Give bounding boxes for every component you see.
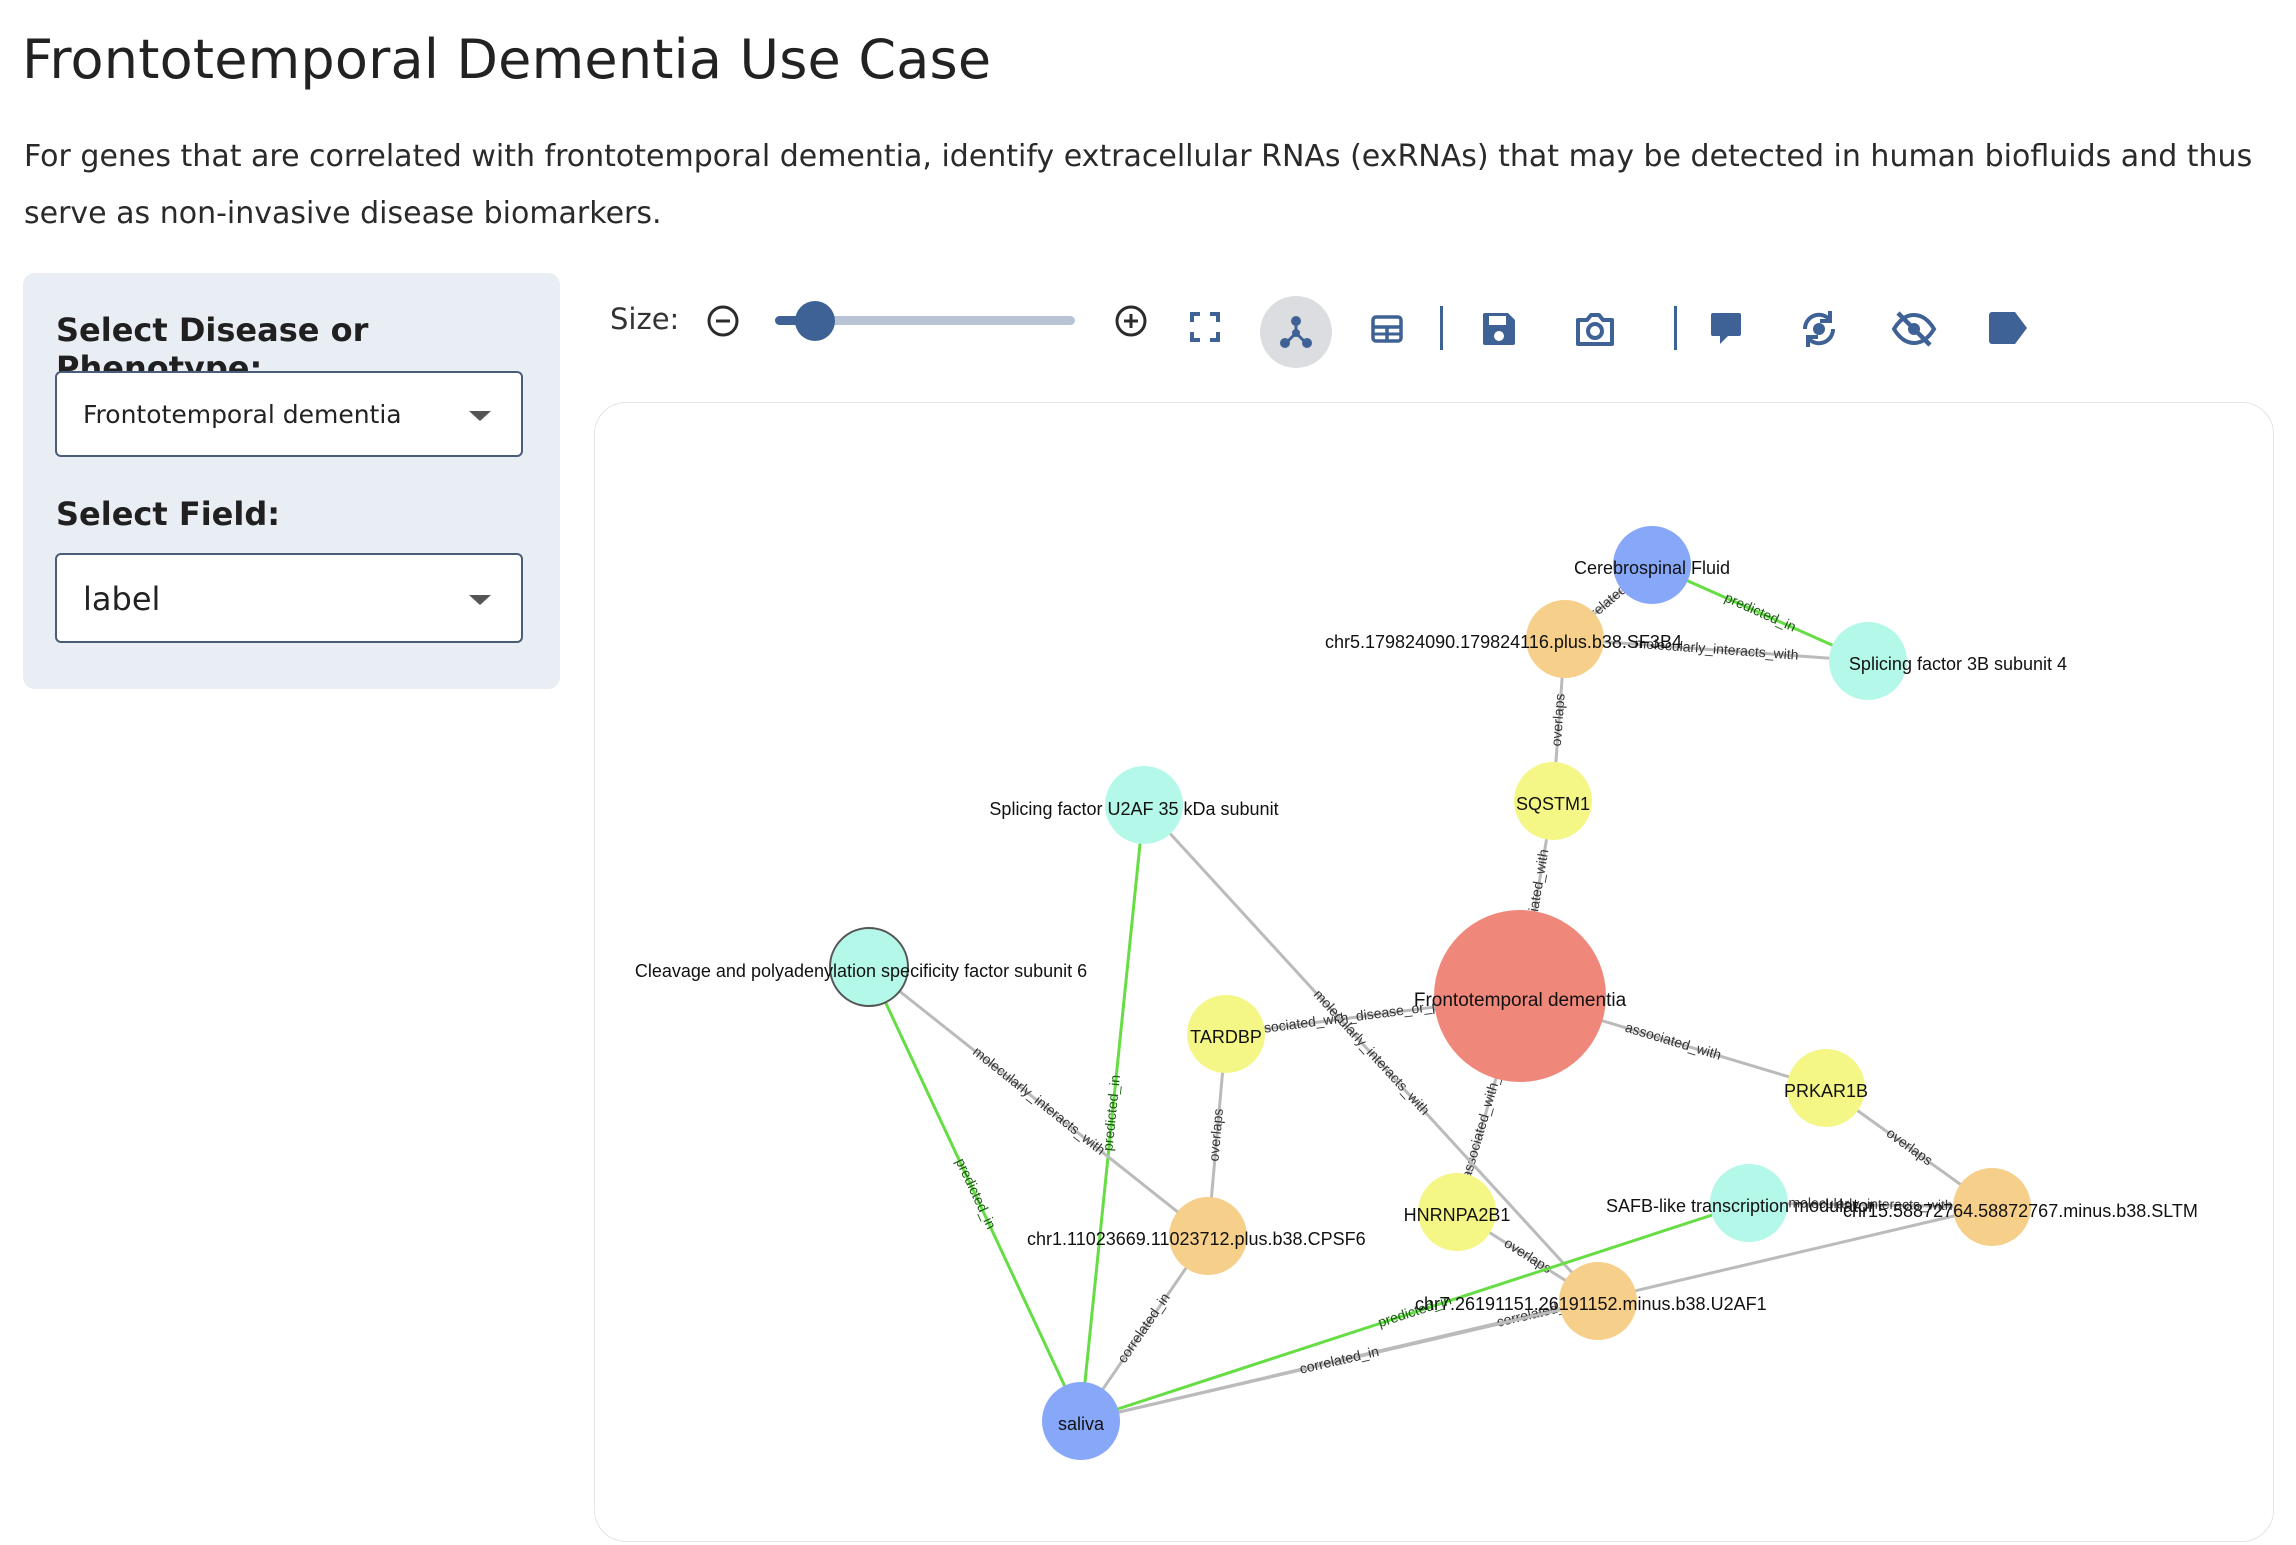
fullscreen-icon[interactable] (1188, 310, 1222, 344)
edge-label: overlaps (1884, 1125, 1936, 1169)
hide-icon[interactable] (1890, 306, 1938, 352)
node-label: HNRNPA2B1 (1404, 1205, 1511, 1225)
node-label: chr7.26191151.26191152.minus.b38.U2AF1 (1415, 1294, 1767, 1314)
network-view-icon[interactable] (1260, 296, 1332, 368)
node-label: saliva (1058, 1414, 1105, 1434)
disease-select[interactable]: Frontotemporal dementia (55, 371, 523, 457)
node-label: chr5.179824090.179824116.plus.b38.SF3B4 (1325, 632, 1682, 652)
edge-label: correlated_in (1298, 1343, 1380, 1377)
edge-label: predicted_in (953, 1156, 1000, 1232)
node-label: SQSTM1 (1516, 794, 1590, 814)
node-label: Frontotemporal dementia (1414, 990, 1627, 1011)
page-title: Frontotemporal Dementia Use Case (22, 28, 992, 91)
page-description: For genes that are correlated with front… (24, 139, 2253, 231)
node-label: TARDBP (1190, 1027, 1262, 1047)
node-label: chr1.11023669.11023712.plus.b38.CPSF6 (1027, 1229, 1366, 1249)
toolbar-divider (1440, 306, 1443, 350)
disease-select-value: Frontotemporal dementia (83, 400, 402, 429)
node-label: Cerebrospinal Fluid (1574, 558, 1730, 578)
edge-label: associated_with (1623, 1019, 1723, 1063)
refresh-layout-icon[interactable] (1796, 306, 1842, 352)
table-view-icon[interactable] (1370, 312, 1404, 346)
node-label: Splicing factor U2AF 35 kDa subunit (989, 799, 1278, 819)
filter-panel: Select Disease or Phenotype: Frontotempo… (23, 273, 560, 689)
node-label: chr15.58872764.58872767.minus.b38.SLTM (1843, 1201, 2198, 1221)
zoom-in-icon[interactable] (1114, 304, 1148, 338)
chevron-down-icon (469, 595, 491, 605)
edge-label: predicted_in (1722, 589, 1798, 635)
save-icon[interactable] (1478, 308, 1520, 350)
network-graph[interactable]: predicted_in correlated_in molecularly_int… (595, 403, 2273, 1541)
edge-label: overlaps (1548, 693, 1568, 747)
field-select[interactable]: label (55, 553, 523, 643)
graph-toolbar: Size: (600, 290, 2060, 370)
node-label: PRKAR1B (1784, 1081, 1868, 1101)
edge-label: molecularly_interacts_with (970, 1043, 1109, 1158)
tag-icon[interactable] (1986, 308, 2030, 348)
chevron-down-icon (469, 411, 491, 421)
camera-icon[interactable] (1574, 308, 1616, 350)
size-label: Size: (610, 302, 680, 336)
field-select-label: Select Field: (56, 495, 281, 533)
comment-icon[interactable] (1706, 308, 1746, 348)
field-select-value: label (83, 580, 161, 618)
node-label: Splicing factor 3B subunit 4 (1849, 654, 2067, 674)
toolbar-divider (1674, 306, 1677, 350)
slider-thumb[interactable] (795, 301, 835, 341)
node-label: Cleavage and polyadenylation specificity… (635, 961, 1087, 981)
zoom-out-icon[interactable] (706, 304, 740, 338)
edge-label: correlated_in (1114, 1290, 1173, 1366)
graph-canvas[interactable]: predicted_in correlated_in molecularly_int… (594, 402, 2274, 1542)
node-label: SAFB-like transcription modulator (1606, 1196, 1874, 1216)
edge-label: overlaps (1205, 1108, 1226, 1162)
